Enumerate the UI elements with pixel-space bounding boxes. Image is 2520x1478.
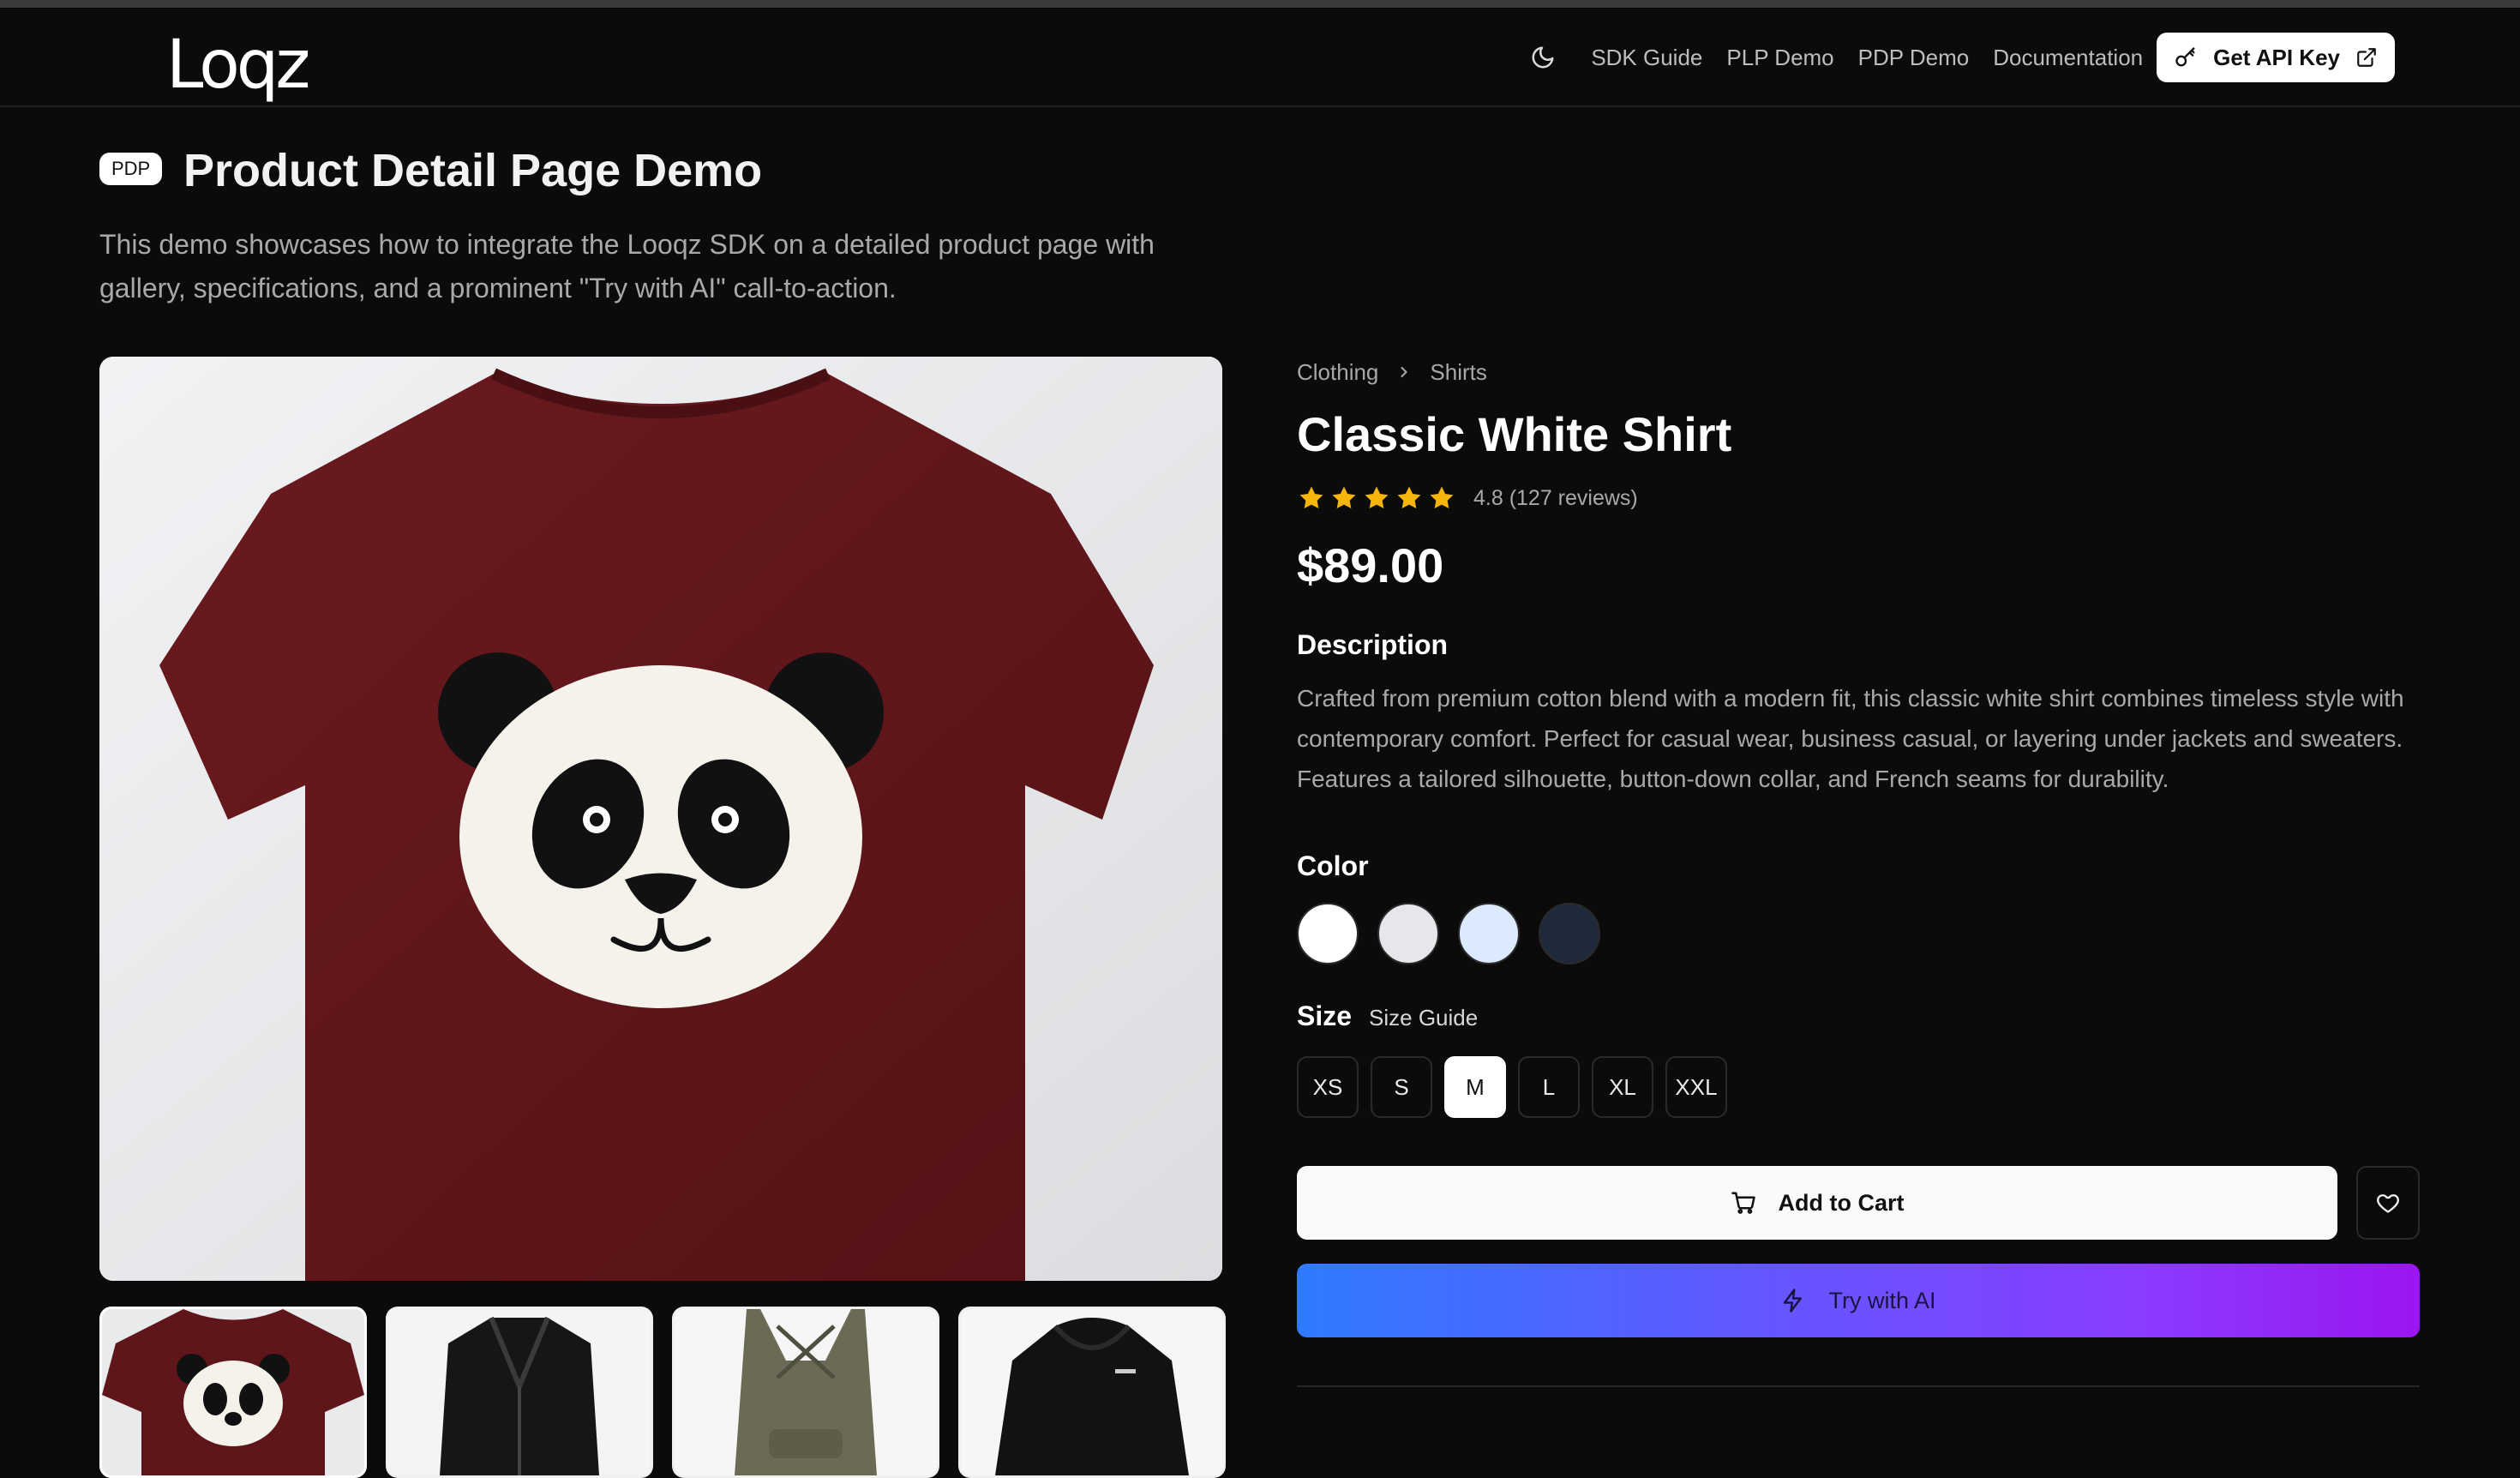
nav-link-plp-demo[interactable]: PLP Demo [1726,45,1833,71]
nav-link-pdp-demo[interactable]: PDP Demo [1858,45,1970,71]
heart-icon [2377,1194,2399,1213]
nav-link-sdk-guide[interactable]: SDK Guide [1591,45,1702,71]
get-api-key-label: Get API Key [2213,44,2340,70]
rating: 4.8 (127 reviews) [1297,481,2420,515]
star-icon [1299,486,1323,509]
add-to-cart-button[interactable]: Add to Cart [1297,1166,2337,1240]
rating-text: 4.8 (127 reviews) [1473,485,1638,510]
cart-icon [1731,1192,1755,1214]
size-title: Size [1297,1000,1353,1031]
pdp-badge: PDP [99,153,163,185]
breadcrumb: Clothing Shirts [1297,357,2420,388]
product-info: Clothing Shirts Classic White Shirt 4.8 … [1297,357,2420,1387]
try-with-ai-label: Try with AI [1828,1287,1936,1313]
main-product-image[interactable] [99,357,1222,1281]
breadcrumb-shirts[interactable]: Shirts [1430,359,1486,386]
size-option-xxl[interactable]: XXL [1665,1056,1727,1118]
star-icon [1365,486,1389,509]
size-option-xl[interactable]: XL [1592,1056,1653,1118]
try-with-ai-button[interactable]: Try with AI [1297,1264,2420,1337]
rating-stars [1297,484,1456,513]
color-swatch-2[interactable] [1458,903,1520,964]
add-to-cart-label: Add to Cart [1778,1189,1905,1216]
size-option-m[interactable]: M [1444,1056,1506,1118]
product-price: $89.00 [1297,538,1444,592]
size-option-l[interactable]: L [1518,1056,1580,1118]
star-icon [1397,486,1421,509]
thumbnail-black-leather-jacket[interactable] [386,1307,653,1478]
thumbnail-gallery [99,1307,1226,1478]
lightning-icon [1784,1289,1803,1313]
size-guide-link[interactable]: Size Guide [1369,1005,1478,1031]
color-title: Color [1297,850,1369,881]
size-option-s[interactable]: S [1371,1056,1432,1118]
description-text: Crafted from premium cotton blend with a… [1297,685,2404,792]
size-options: XS S M L XL XXL [1297,1056,2420,1118]
section-divider [1297,1385,2420,1387]
top-nav: Loqz SDK Guide PLP Demo PDP Demo Documen… [0,8,2520,107]
theme-toggle-moon-icon[interactable] [1519,33,1567,81]
breadcrumb-clothing[interactable]: Clothing [1297,359,1378,386]
key-icon [2175,47,2195,67]
browser-top-edge [0,0,2520,8]
thumbnail-black-hoodie[interactable] [958,1307,1226,1478]
nav-link-documentation[interactable]: Documentation [1993,45,2143,71]
star-icon [1332,486,1356,509]
color-swatch-3[interactable] [1539,903,1600,964]
star-icon [1430,486,1454,509]
color-swatches [1297,903,2420,964]
logo[interactable]: Loqz [166,27,310,104]
chevron-right-icon [1401,366,1408,378]
external-link-icon [2357,48,2376,67]
product-title: Classic White Shirt [1297,407,1732,461]
size-header: Size Size Guide [1297,1000,2420,1032]
wishlist-button[interactable] [2356,1166,2420,1240]
page-title: Product Detail Page Demo [183,145,763,196]
get-api-key-button[interactable]: Get API Key [2157,33,2395,82]
thumbnail-olive-tank-top[interactable] [672,1307,939,1478]
thumbnail-maroon-panda-tshirt[interactable] [99,1307,367,1478]
color-swatch-0[interactable] [1297,903,1359,964]
nav-links: SDK Guide PLP Demo PDP Demo Documentatio… [1519,33,2395,82]
size-option-xs[interactable]: XS [1297,1056,1359,1118]
color-swatch-1[interactable] [1377,903,1439,964]
page-description: This demo showcases how to integrate the… [99,229,1155,303]
description-title: Description [1297,629,1449,660]
cart-row: Add to Cart [1297,1166,2420,1240]
